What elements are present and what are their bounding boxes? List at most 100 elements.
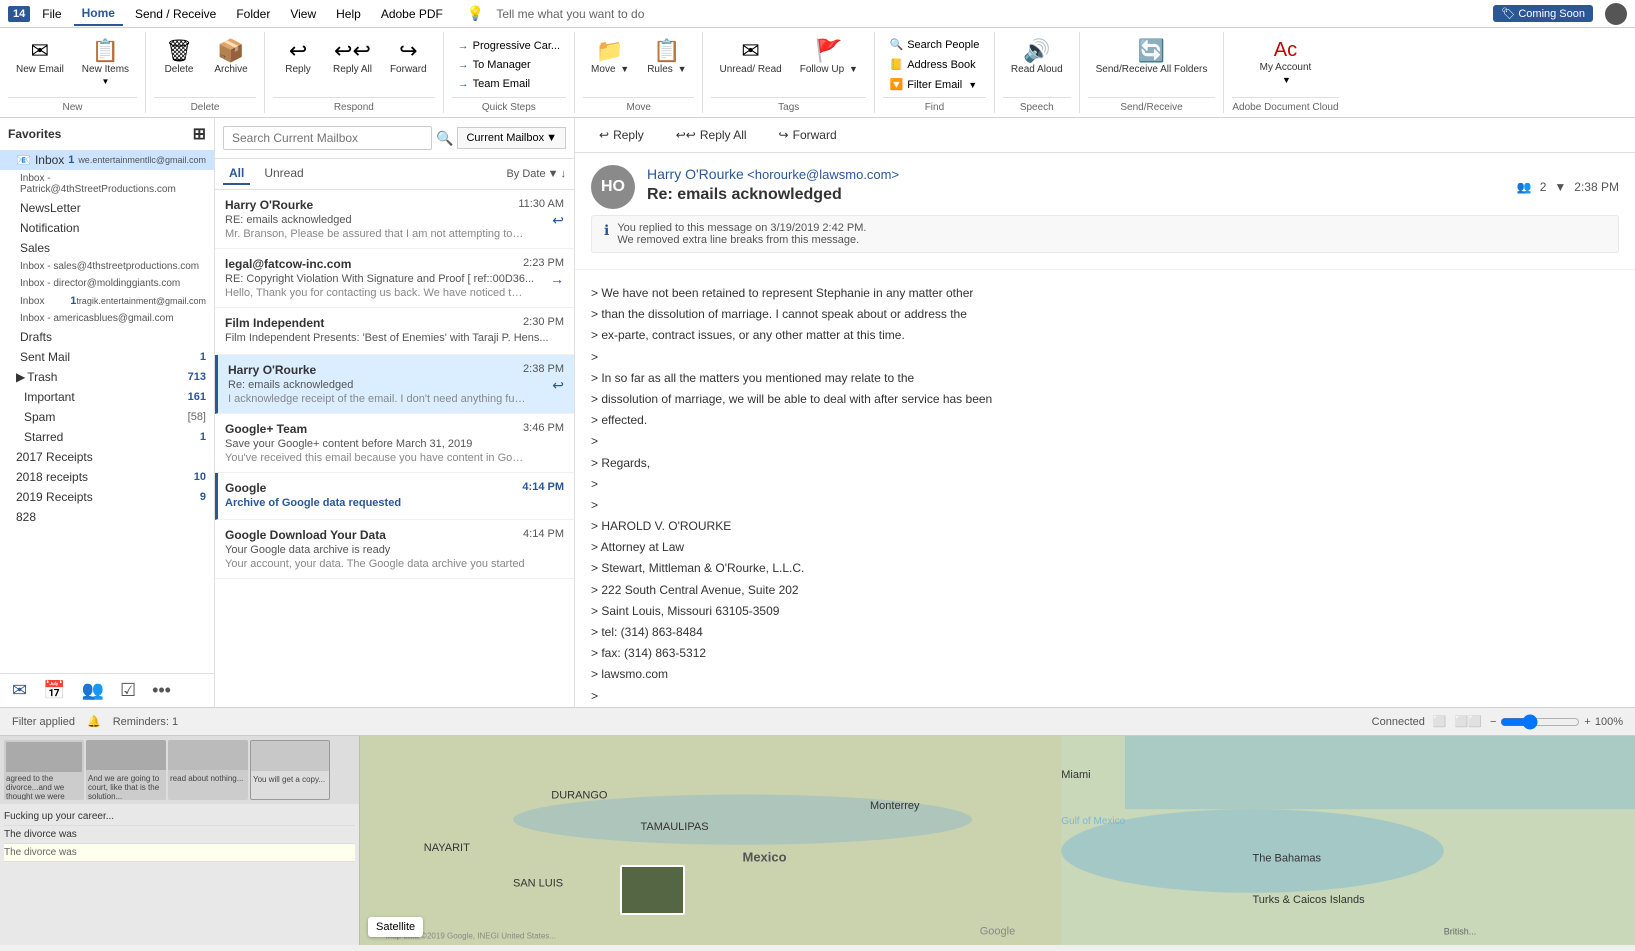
reply-action-button[interactable]: ↩ Reply (591, 124, 652, 146)
address-book-button[interactable]: 📒 Address Book (883, 56, 985, 73)
move-button[interactable]: 📁 Move ▼ (583, 36, 637, 79)
tell-me-input[interactable]: Tell me what you want to do (496, 7, 1489, 21)
arrow-icon-2: → (458, 59, 469, 71)
search-scope-button[interactable]: Current Mailbox ▼ (457, 127, 566, 149)
filter-email-button[interactable]: 🔽 Filter Email ▼ (883, 76, 985, 93)
thumb-3[interactable]: read about nothing... (168, 740, 248, 800)
participants-arrow[interactable]: ▼ (1554, 180, 1566, 194)
sidebar-item-inbox-we[interactable]: 📧 Inbox 1 we.entertainmentllc@gmail.com (0, 150, 214, 170)
delete-button[interactable]: 🗑 Delete (154, 36, 204, 79)
forward-button[interactable]: ↪ Forward (382, 36, 435, 79)
thumb-2[interactable]: And we are going to court, like that is … (86, 740, 166, 800)
email-item[interactable]: Google Archive of Google data requested … (215, 473, 574, 520)
email-item[interactable]: legal@fatcow-inc.com RE: Copyright Viola… (215, 249, 574, 308)
filter-unread-tab[interactable]: Unread (258, 163, 309, 185)
menu-help[interactable]: Help (328, 3, 369, 25)
email-subject: RE: Copyright Violation With Signature a… (225, 273, 564, 285)
thumb-1[interactable]: agreed to the divorce...and we thought w… (4, 740, 84, 800)
email-item[interactable]: Film Independent Film Independent Presen… (215, 308, 574, 355)
rules-button[interactable]: 📋 Rules ▼ (639, 36, 694, 79)
new-items-icon: 📋 (92, 40, 119, 62)
body-line-2: > than the dissolution of marriage. I ca… (591, 305, 1619, 324)
mail-icon[interactable]: ✉ (12, 680, 27, 701)
satellite-button[interactable]: Satellite (368, 917, 423, 937)
thumb-4[interactable]: You will get a copy... (250, 740, 330, 800)
new-items-button[interactable]: 📋 New Items ▼ (74, 36, 137, 90)
archive-button[interactable]: 📦 Archive (206, 36, 256, 79)
sidebar-item-inbox-director[interactable]: Inbox - director@moldinggiants.com (0, 275, 214, 292)
sidebar-item-inbox-americas[interactable]: Inbox - americasblues@gmail.com (0, 310, 214, 327)
zoom-out-button[interactable]: − (1490, 716, 1496, 728)
search-input[interactable] (223, 126, 432, 150)
user-circle[interactable] (1605, 3, 1627, 25)
address-book-label: Address Book (907, 59, 975, 71)
coming-soon-badge[interactable]: 🏷 Coming Soon (1493, 5, 1593, 22)
svg-text:SAN LUIS: SAN LUIS (513, 877, 563, 889)
menu-adobe-pdf[interactable]: Adobe PDF (373, 3, 451, 25)
map-thumbnail[interactable] (620, 865, 685, 915)
email-item[interactable]: Google+ Team Save your Google+ content b… (215, 414, 574, 473)
filter-all-tab[interactable]: All (223, 163, 250, 185)
menu-view[interactable]: View (282, 3, 324, 25)
sidebar-item-drafts[interactable]: Drafts (0, 327, 214, 347)
sidebar-item-2019[interactable]: 2019 Receipts 9 (0, 487, 214, 507)
menu-file[interactable]: File (34, 3, 69, 25)
people-icon[interactable]: 👥 (82, 680, 104, 701)
search-people-button[interactable]: 🔍 Search People (883, 36, 985, 53)
sidebar-collapse-button[interactable]: ⊞ (193, 124, 206, 144)
new-email-button[interactable]: ✉ New Email (8, 36, 72, 79)
quick-step-2-button[interactable]: → To Manager (452, 57, 566, 73)
sidebar-item-828[interactable]: 828 (0, 507, 214, 527)
email-sender: Film Independent (225, 316, 564, 330)
unread-read-button[interactable]: ✉ Unread/ Read (711, 36, 789, 79)
read-aloud-button[interactable]: 🔊 Read Aloud (1003, 36, 1071, 79)
menu-home[interactable]: Home (74, 2, 123, 26)
chat-msg-2: The divorce was (4, 826, 355, 844)
tasks-icon[interactable]: ☑ (120, 680, 136, 701)
reply-button[interactable]: ↩ Reply (273, 36, 323, 79)
zoom-slider[interactable] (1500, 714, 1580, 730)
email-item[interactable]: Google Download Your Data Your Google da… (215, 520, 574, 579)
cloud-icon: 🏷 (1501, 8, 1515, 20)
reply-all-button[interactable]: ↩↩ Reply All (325, 36, 380, 79)
sidebar-item-starred[interactable]: Starred 1 (0, 427, 214, 447)
email-subject: Save your Google+ content before March 3… (225, 438, 564, 450)
reply-all-action-button[interactable]: ↩↩ Reply All (668, 124, 755, 146)
sort-direction-icon: ↓ (561, 168, 567, 180)
sidebar-item-sent[interactable]: Sent Mail 1 (0, 347, 214, 367)
quick-step-3-button[interactable]: → Team Email (452, 76, 566, 92)
sidebar-item-important[interactable]: Important 161 (0, 387, 214, 407)
more-icon[interactable]: ••• (152, 680, 171, 701)
zoom-in-button[interactable]: + (1584, 716, 1590, 728)
sidebar-item-inbox-tragik[interactable]: Inbox 1 tragik.entertainment@gmail.com (0, 292, 214, 310)
read-aloud-label: Read Aloud (1011, 64, 1063, 75)
sidebar-item-2018[interactable]: 2018 receipts 10 (0, 467, 214, 487)
send-receive-all-button[interactable]: 🔄 Send/Receive All Folders (1088, 36, 1216, 79)
email-time: 2:23 PM (523, 257, 564, 269)
sidebar-item-notification[interactable]: Notification (0, 218, 214, 238)
calendar-icon[interactable]: 📅 (43, 680, 65, 701)
email-sender: Google+ Team (225, 422, 564, 436)
sidebar-item-inbox-patrick[interactable]: Inbox - Patrick@4thStreetProductions.com (0, 170, 214, 198)
sort-button[interactable]: By Date ▼ ↓ (506, 168, 566, 180)
email-meta-right: 👥 2 ▼ 2:38 PM (1517, 180, 1619, 194)
menu-send-receive[interactable]: Send / Receive (127, 3, 224, 25)
archive-label: Archive (214, 64, 247, 75)
view-reading-icon[interactable]: ⬜⬜ (1455, 715, 1482, 728)
quick-step-1-button[interactable]: → Progressive Car... (452, 38, 566, 54)
email-item-selected[interactable]: Harry O'Rourke Re: emails acknowledged I… (215, 355, 574, 414)
search-icon[interactable]: 🔍 (436, 130, 453, 147)
sidebar-item-trash[interactable]: ▶ Trash 713 (0, 367, 214, 387)
forward-action-button[interactable]: ↪ Forward (771, 124, 845, 146)
sidebar-item-spam[interactable]: Spam [58] (0, 407, 214, 427)
view-normal-icon[interactable]: ⬜ (1433, 715, 1447, 728)
sidebar-item-2017[interactable]: 2017 Receipts (0, 447, 214, 467)
follow-up-button[interactable]: 🚩 Follow Up ▼ (792, 36, 866, 79)
menu-folder[interactable]: Folder (228, 3, 278, 25)
participants-icon: 👥 (1517, 180, 1532, 194)
sidebar-item-sales[interactable]: Sales (0, 238, 214, 258)
my-account-button[interactable]: Ac My Account ▼ (1252, 36, 1320, 89)
sidebar-item-inbox-sales[interactable]: Inbox - sales@4thstreetproductions.com (0, 258, 214, 275)
sidebar-item-newsletter[interactable]: NewsLetter (0, 198, 214, 218)
email-item[interactable]: Harry O'Rourke RE: emails acknowledged M… (215, 190, 574, 249)
